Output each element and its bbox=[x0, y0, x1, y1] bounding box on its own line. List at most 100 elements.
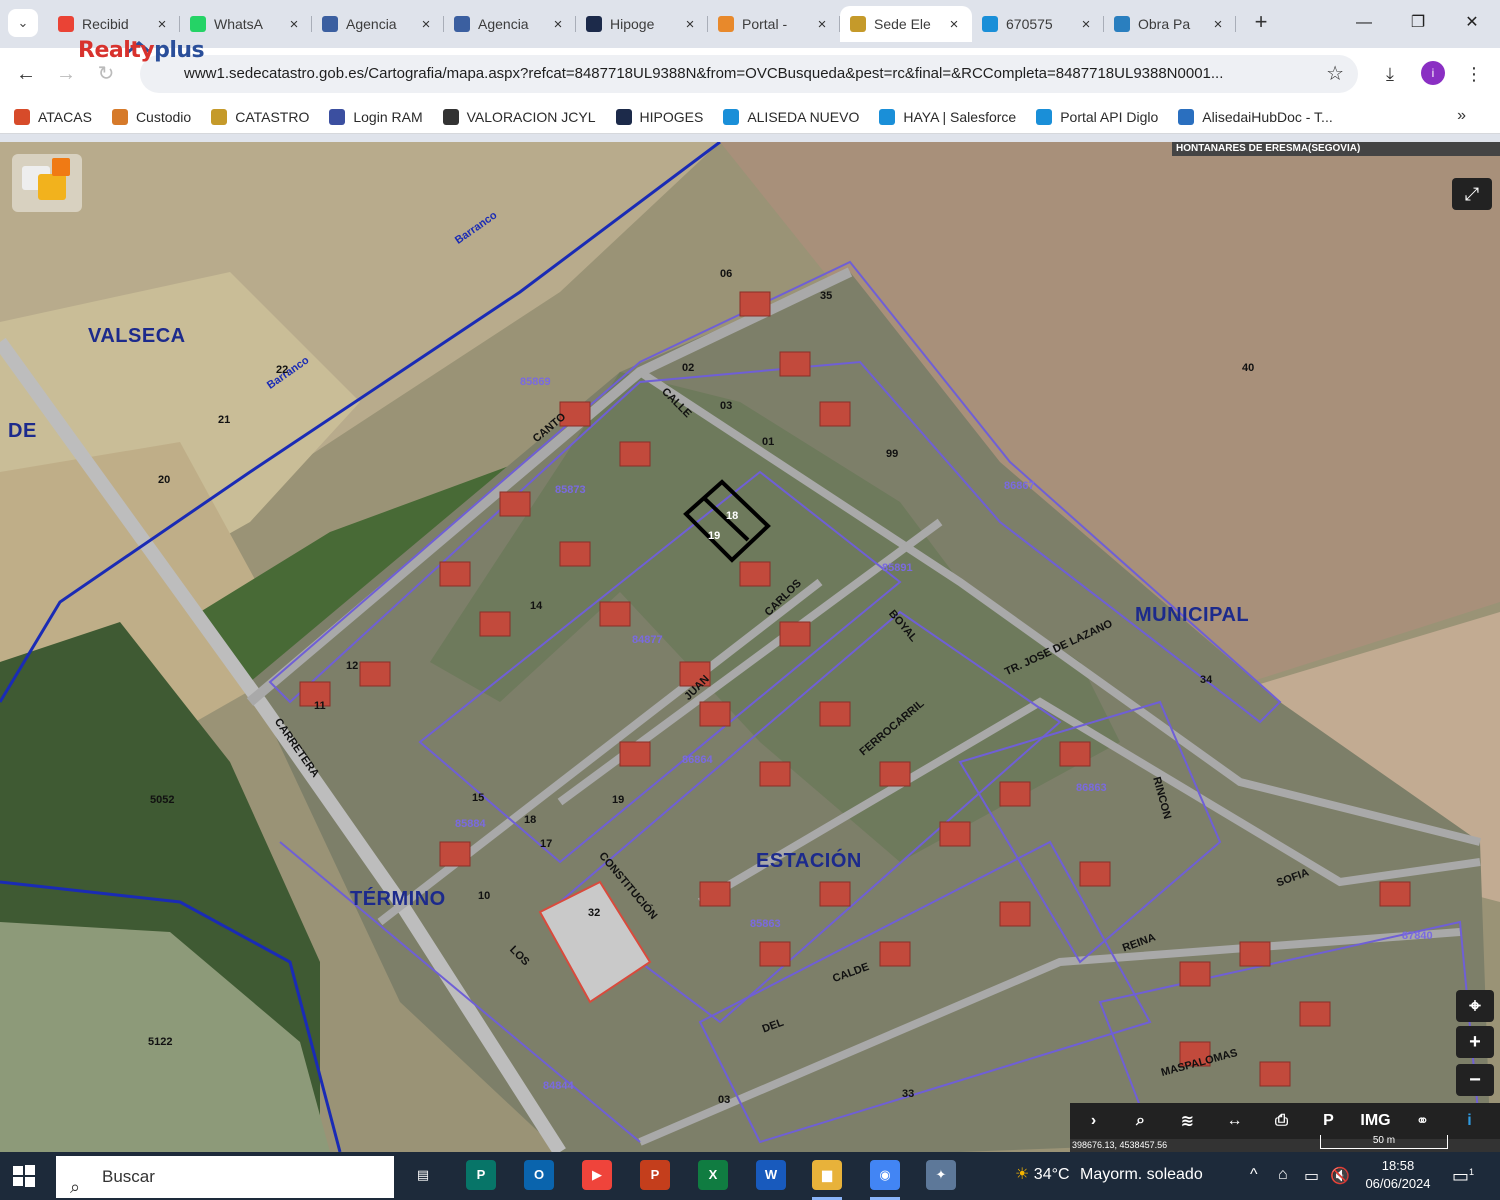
notifications-icon[interactable]: ▭1 bbox=[1452, 1166, 1474, 1187]
image-icon[interactable]: IMG bbox=[1352, 1112, 1399, 1130]
tab-3[interactable]: Agencia × bbox=[444, 6, 576, 42]
bookmark-5[interactable]: HIPOGES bbox=[615, 108, 703, 125]
bookmark-3[interactable]: Login RAM bbox=[329, 108, 423, 125]
parcel-number: 03 bbox=[720, 400, 733, 412]
network-icon[interactable]: ⌂ bbox=[1278, 1166, 1288, 1184]
block-id: 87840 bbox=[1402, 930, 1433, 942]
close-tab-icon[interactable]: × bbox=[1078, 16, 1094, 33]
powerpoint-icon[interactable]: P bbox=[640, 1160, 670, 1190]
display-icon[interactable]: ▭ bbox=[1304, 1166, 1319, 1186]
windows-start-icon[interactable] bbox=[12, 1164, 36, 1188]
task-view-icon[interactable]: ▤ bbox=[408, 1160, 438, 1190]
layers-icon[interactable]: ≋ bbox=[1164, 1111, 1211, 1131]
back-button[interactable]: ← bbox=[12, 60, 40, 88]
menu-dots-icon[interactable]: ⋮ bbox=[1460, 60, 1488, 88]
tab-strip: ⌄ Recibid × WhatsA × Agencia × Agencia × Hipoge ×… bbox=[0, 0, 1500, 48]
bookmarks-overflow-button[interactable]: » bbox=[1457, 107, 1466, 125]
bookmark-9[interactable]: AlisedaiHubDoc - T... bbox=[1178, 108, 1333, 125]
tab-5[interactable]: Portal - × bbox=[708, 6, 840, 42]
info-icon[interactable]: i bbox=[1446, 1112, 1493, 1130]
close-tab-icon[interactable]: × bbox=[286, 16, 302, 33]
search-icon[interactable]: ⌕ bbox=[1117, 1112, 1164, 1130]
tray-chevron-icon[interactable]: ^ bbox=[1250, 1166, 1258, 1184]
block-id: 85869 bbox=[520, 376, 551, 388]
layer-switcher-button[interactable] bbox=[12, 154, 82, 212]
clock[interactable]: 18:58 06/06/2024 bbox=[1360, 1157, 1436, 1193]
download-icon[interactable]: ⤓ bbox=[1376, 60, 1404, 88]
municipality-label: HONTANARES DE ERESMA(SEGOVIA) bbox=[1172, 142, 1500, 156]
chrome-icon[interactable]: ◉ bbox=[870, 1160, 900, 1190]
bookmark-4[interactable]: VALORACION JCYL bbox=[442, 108, 596, 125]
parcel-number: 12 bbox=[346, 660, 359, 672]
bookmark-0[interactable]: ATACAS bbox=[14, 108, 92, 125]
bookmark-favicon-icon bbox=[211, 108, 228, 125]
anydesk-icon[interactable]: ▶ bbox=[582, 1160, 612, 1190]
parking-icon[interactable]: P bbox=[1305, 1112, 1352, 1130]
close-window-button[interactable]: ✕ bbox=[1452, 8, 1492, 38]
minimize-button[interactable]: — bbox=[1344, 8, 1384, 38]
street-view-icon[interactable]: ⚭ bbox=[1399, 1111, 1446, 1131]
tab-4[interactable]: Hipoge × bbox=[576, 6, 708, 42]
chevron-right-icon[interactable]: › bbox=[1070, 1112, 1117, 1130]
arrow-left-icon: ← bbox=[16, 63, 36, 85]
print-icon[interactable]: ⎙ bbox=[1258, 1112, 1305, 1130]
whatsapp-icon bbox=[190, 16, 206, 32]
cadastral-map[interactable]: HONTANARES DE ERESMA(SEGOVIA) ⤢ VALSECA D… bbox=[0, 142, 1500, 1152]
zoom-out-button[interactable]: − bbox=[1456, 1064, 1494, 1096]
close-tab-icon[interactable]: × bbox=[550, 16, 566, 33]
close-tab-icon[interactable]: × bbox=[418, 16, 434, 33]
tab-search-button[interactable]: ⌄ bbox=[8, 9, 38, 37]
bookmark-6[interactable]: ALISEDA NUEVO bbox=[723, 108, 859, 125]
close-tab-icon[interactable]: × bbox=[946, 16, 962, 33]
area-label: VALSECA bbox=[88, 325, 186, 347]
app-icon[interactable]: ✦ bbox=[926, 1160, 956, 1190]
parcel-number: 5052 bbox=[150, 794, 175, 806]
close-tab-icon[interactable]: × bbox=[1210, 16, 1226, 33]
word-icon[interactable]: W bbox=[756, 1160, 786, 1190]
tab-1[interactable]: WhatsA × bbox=[180, 6, 312, 42]
publisher-icon[interactable]: P bbox=[466, 1160, 496, 1190]
measure-icon[interactable]: ↔ bbox=[1211, 1112, 1258, 1130]
search-icon: ⌕ bbox=[70, 1177, 81, 1197]
locate-button[interactable]: ⌖ bbox=[1456, 990, 1494, 1022]
parcel-number: 15 bbox=[472, 792, 485, 804]
profile-avatar[interactable]: i bbox=[1421, 61, 1445, 85]
tab-8[interactable]: Obra Pa × bbox=[1104, 6, 1236, 42]
tab-7[interactable]: 670575 × bbox=[972, 6, 1104, 42]
bookmark-favicon-icon bbox=[879, 108, 896, 125]
forward-button[interactable]: → bbox=[52, 60, 80, 88]
aerial-imagery bbox=[0, 142, 1500, 1152]
block-id: 85873 bbox=[555, 484, 586, 496]
block-id: 85863 bbox=[750, 918, 781, 930]
new-tab-button[interactable]: + bbox=[1248, 10, 1274, 36]
tab-2[interactable]: Agencia × bbox=[312, 6, 444, 42]
outlook-icon[interactable]: O bbox=[524, 1160, 554, 1190]
taskbar-search-input[interactable]: ⌕ Buscar bbox=[56, 1156, 394, 1198]
parcel-number: 5122 bbox=[148, 1036, 173, 1048]
address-bar[interactable]: www1.sedecatastro.gob.es/Cartografia/map… bbox=[140, 55, 1358, 93]
bookmark-2[interactable]: CATASTRO bbox=[211, 108, 309, 125]
bookmark-favicon-icon bbox=[1036, 108, 1053, 125]
parcel-number: 99 bbox=[886, 448, 899, 460]
block-id: 84844 bbox=[543, 1080, 574, 1092]
scale-bar: 50 m bbox=[1320, 1135, 1448, 1149]
excel-icon[interactable]: X bbox=[698, 1160, 728, 1190]
fullscreen-button[interactable]: ⤢ bbox=[1452, 178, 1492, 210]
bookmark-1[interactable]: Custodio bbox=[111, 108, 191, 125]
maximize-button[interactable]: ❐ bbox=[1398, 8, 1438, 38]
url-text[interactable]: www1.sedecatastro.gob.es/Cartografia/map… bbox=[184, 65, 1264, 82]
tab-0[interactable]: Recibid × bbox=[48, 6, 180, 42]
zoom-in-button[interactable]: + bbox=[1456, 1026, 1494, 1058]
bookmark-8[interactable]: Portal API Diglo bbox=[1036, 108, 1158, 125]
close-tab-icon[interactable]: × bbox=[814, 16, 830, 33]
tab-6[interactable]: Sede Ele × bbox=[840, 6, 972, 42]
parcel-number: 19 bbox=[612, 794, 625, 806]
file-explorer-icon[interactable]: ▆ bbox=[812, 1160, 842, 1190]
reload-button[interactable]: ↻ bbox=[92, 60, 120, 88]
bookmark-7[interactable]: HAYA | Salesforce bbox=[879, 108, 1016, 125]
close-tab-icon[interactable]: × bbox=[154, 16, 170, 33]
bookmark-star-icon[interactable]: ☆ bbox=[1326, 61, 1344, 86]
weather-widget[interactable]: ☀ 34°C Mayorm. soleado bbox=[1015, 1164, 1203, 1184]
volume-muted-icon[interactable]: 🔇 bbox=[1330, 1166, 1350, 1186]
close-tab-icon[interactable]: × bbox=[682, 16, 698, 33]
